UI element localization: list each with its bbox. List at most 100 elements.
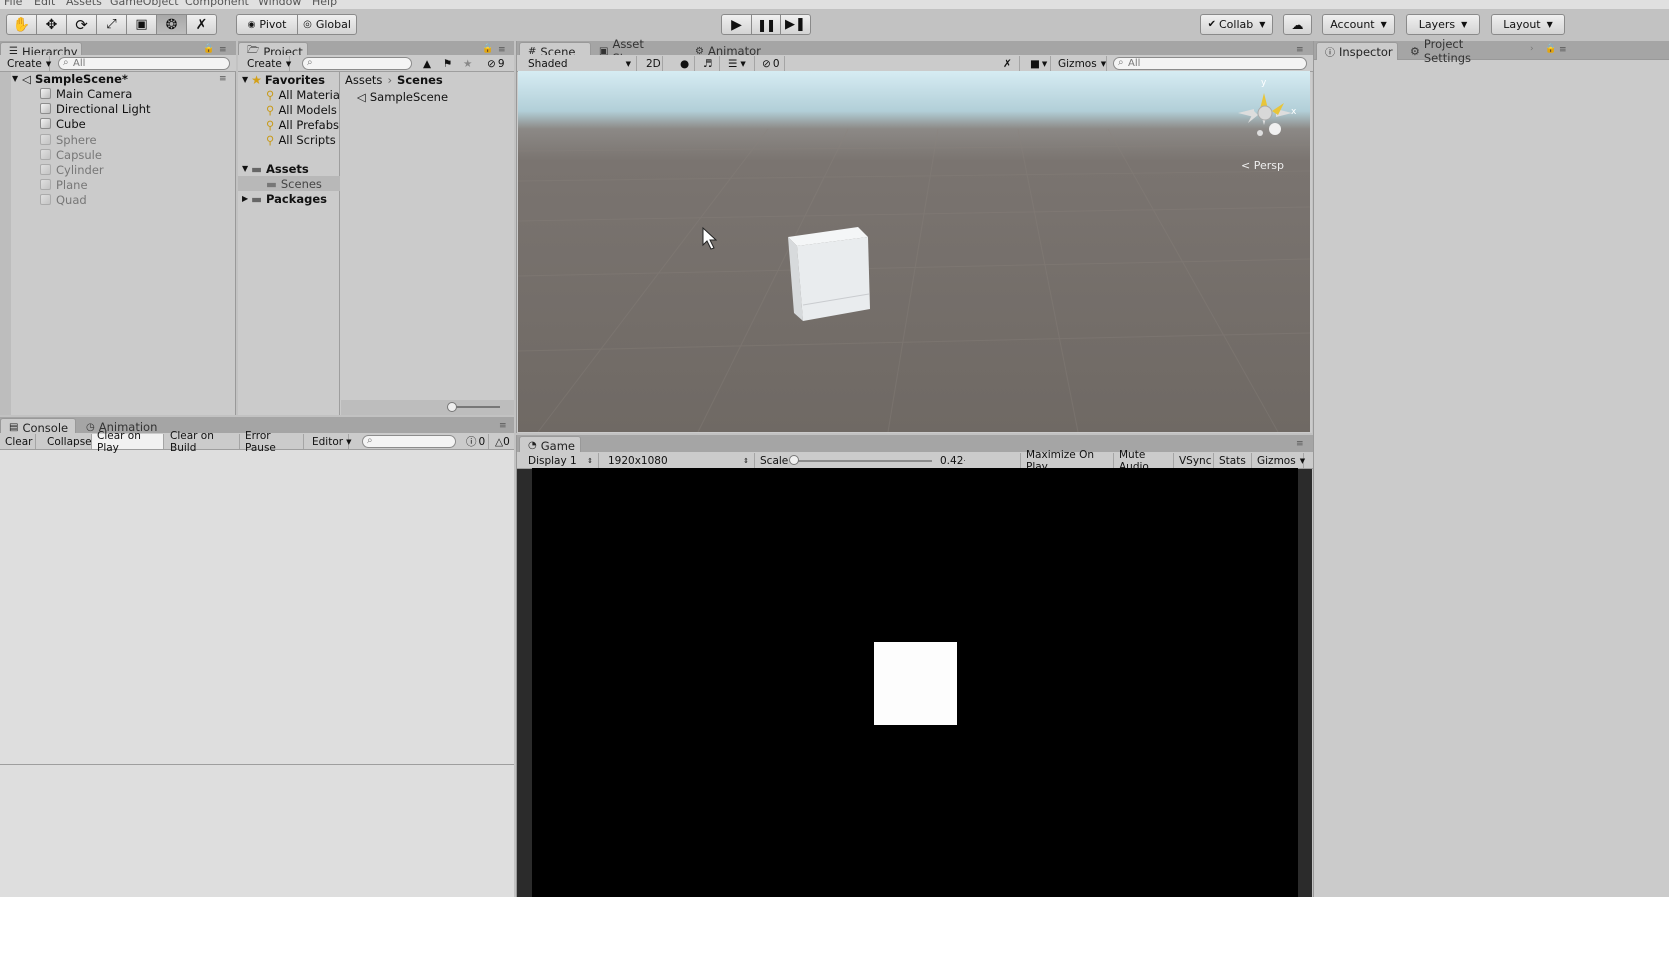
search-by-type-icon[interactable]: ▲ [418,56,436,71]
error-filter-toggle[interactable]: ⓘ 0 [461,434,489,449]
display-dropdown[interactable]: Display 1 ⇕ [523,453,599,468]
global-toggle[interactable]: ◎ Global [297,14,357,35]
hierarchy-item[interactable]: Plane [40,177,88,192]
hierarchy-item[interactable]: Cube [40,116,86,131]
icon-size-slider-thumb[interactable] [447,402,457,412]
panel-menu-icon[interactable]: ≡ [1296,46,1305,55]
menu-component[interactable]: Component [185,0,249,8]
hidden-packages-toggle[interactable]: ⊘ 9 [482,56,512,71]
warning-filter-toggle[interactable]: △ 0 [490,434,514,449]
game-viewport[interactable] [532,468,1298,897]
editor-dropdown[interactable]: Editor ▼ [307,434,351,449]
panel-menu-icon[interactable]: ≡ [219,46,228,55]
triangle-down-icon[interactable]: ▼ [12,74,18,83]
collapse-button[interactable]: Collapse [42,434,92,449]
pause-button[interactable]: ❚❚ [751,14,781,35]
asset-item[interactable]: ◁ SampleScene [357,89,448,104]
tab-project-settings[interactable]: ⚙ Project Settings [1402,37,1514,65]
mute-audio-toggle[interactable]: Mute Audio [1114,449,1174,473]
triangle-down-icon[interactable]: ▼ [242,75,248,84]
cloud-button[interactable]: ☁ [1283,14,1312,35]
label-icon[interactable]: ⚑ [438,56,456,71]
layout-dropdown[interactable]: Layout ▼ [1491,14,1565,35]
vsync-toggle[interactable]: VSync [1174,453,1214,468]
orientation-gizmo[interactable]: y x [1230,78,1302,151]
projection-toggle[interactable]: < Persp [1241,159,1284,172]
hierarchy-item[interactable]: Sphere [40,132,97,147]
pivot-toggle[interactable]: ◉ Pivot [236,14,298,35]
panel-menu-icon[interactable]: ≡ [499,422,508,431]
packages-folder[interactable]: ▶ ▬ Packages [242,191,327,206]
scene-root-row[interactable]: ▼ ◁ SampleScene* [12,71,128,86]
hierarchy-create-button[interactable]: Create ▼ [2,56,51,71]
clear-on-build-button[interactable]: Clear on Build [165,430,240,454]
audio-toggle[interactable]: ♬ [698,56,720,71]
hand-tool-button[interactable]: ✋ [6,14,37,35]
camera-dropdown[interactable]: ■ ▼ [1025,56,1051,71]
scale-tool-button[interactable]: ⤢ [96,14,127,35]
account-dropdown[interactable]: Account ▼ [1322,14,1395,35]
rotate-tool-button[interactable]: ⟳ [66,14,97,35]
lock-icon[interactable]: 🔒 [482,45,493,54]
scene-search-input[interactable]: All [1113,57,1307,70]
scene-viewport[interactable]: y x < Persp [518,71,1310,432]
assets-folder[interactable]: ▼ ▬ Assets [242,161,309,176]
menu-window[interactable]: Window [258,0,301,8]
console-search-input[interactable] [362,435,456,448]
play-button[interactable]: ▶ [721,14,752,35]
rect-tool-button[interactable]: ▣ [126,14,157,35]
icon-size-slider[interactable] [450,406,500,408]
panel-menu-icon[interactable]: ≡ [1559,46,1568,55]
lock-icon[interactable]: 🔒 [203,45,214,54]
step-button[interactable]: ▶❚ [780,14,811,35]
stats-toggle[interactable]: Stats [1214,453,1252,468]
tab-inspector[interactable]: ⓘ Inspector [1316,42,1398,60]
project-create-button[interactable]: Create ▼ [242,56,291,71]
maximize-on-play-toggle[interactable]: Maximize On Play [1020,449,1114,473]
game-gizmos-dropdown[interactable]: Gizmos ▼ [1252,453,1305,468]
triangle-down-icon[interactable]: ▼ [242,164,248,173]
console-clear-button[interactable]: Clear [0,434,36,449]
hierarchy-item[interactable]: Capsule [40,147,102,162]
collab-button[interactable]: ✔ Collab ▼ [1200,14,1273,35]
scene-tools-button[interactable]: ✗ [998,56,1020,71]
breadcrumb-assets[interactable]: Assets [345,73,382,87]
scale-slider-track[interactable] [794,460,932,462]
shading-mode-dropdown[interactable]: Shaded ▼ [523,56,637,71]
menu-help[interactable]: Help [312,0,337,8]
hierarchy-item[interactable]: Quad [40,192,87,207]
effects-dropdown[interactable]: ☰ ▼ [723,56,755,71]
clear-on-play-button[interactable]: Clear on Play [92,430,164,454]
cube-object[interactable] [788,227,870,321]
2d-toggle[interactable]: 2D [641,56,663,71]
favorite-item[interactable]: ⚲ All Materia [266,87,340,102]
hierarchy-item[interactable]: Main Camera [40,86,132,101]
chevron-right-icon[interactable]: › [1530,45,1539,54]
error-pause-button[interactable]: Error Pause [240,430,304,454]
menu-assets[interactable]: Assets [66,0,102,8]
hierarchy-search-input[interactable]: All [58,57,230,70]
lock-icon[interactable]: 🔒 [1545,45,1556,54]
resolution-dropdown[interactable]: 1920x1080 ⇕ [603,453,755,468]
favorites-folder[interactable]: ▼ ★ Favorites [242,72,325,87]
favorite-item[interactable]: ⚲ All Prefabs [266,117,339,132]
scenes-folder[interactable]: ▬ Scenes [266,176,322,191]
menu-edit[interactable]: Edit [34,0,55,8]
gizmos-dropdown[interactable]: Gizmos ▼ [1053,56,1107,71]
favorite-item[interactable]: ⚲ All Models [266,102,337,117]
breadcrumb-scenes[interactable]: Scenes [397,73,443,87]
scale-slider-thumb[interactable] [789,455,799,465]
scene-menu-icon[interactable]: ≡ [219,75,228,84]
lighting-toggle[interactable]: ● [675,56,695,71]
project-search-input[interactable] [302,57,412,70]
panel-menu-icon[interactable]: ≡ [498,46,507,55]
hierarchy-item[interactable]: Cylinder [40,162,104,177]
console-divider[interactable] [0,764,514,765]
menu-gameobject[interactable]: GameObject [110,0,179,8]
transform-tool-button[interactable]: ❂ [156,14,187,35]
custom-tool-button[interactable]: ✗ [186,14,217,35]
triangle-right-icon[interactable]: ▶ [242,194,248,203]
menu-file[interactable]: File [4,0,22,8]
move-tool-button[interactable]: ✥ [36,14,67,35]
hierarchy-item[interactable]: Directional Light [40,101,151,116]
